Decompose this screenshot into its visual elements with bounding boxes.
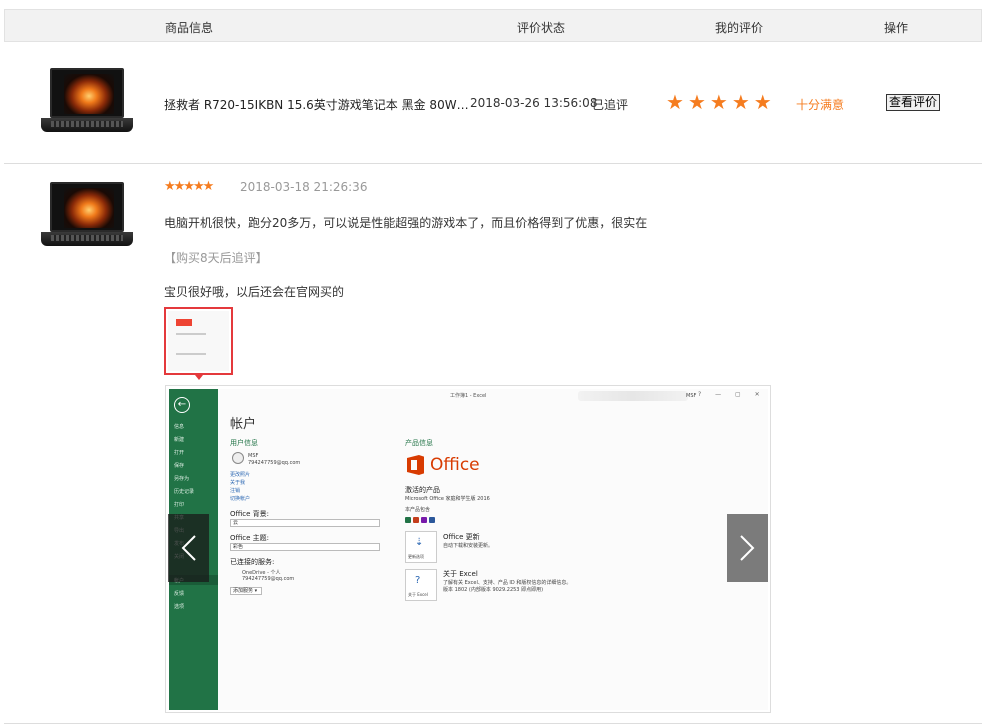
product-name[interactable]: 拯救者 R720-15IKBN 15.6英寸游戏笔记本 黑金 80W… <box>164 96 469 113</box>
product-includes: 本产品包含 <box>405 507 431 513</box>
office-update-desc: 自动下载和安装更新。 <box>443 543 494 549</box>
thumbnail-pointer <box>195 375 203 380</box>
review-date: 2018-03-18 21:26:36 <box>240 180 368 194</box>
office-theme-select: 彩色 <box>230 543 380 551</box>
nav-item: 反馈 <box>174 591 185 597</box>
col-product: 商品信息 <box>165 21 214 35</box>
order-date: 2018-03-26 13:56:08 <box>470 96 598 110</box>
nav-item: 历史记录 <box>174 489 195 495</box>
excel-window-title: 工作簿1 - Excel <box>450 393 487 399</box>
order-row: 拯救者 R720-15IKBN 15.6英寸游戏笔记本 黑金 80W… 2018… <box>4 42 982 164</box>
star-icon: ★ <box>731 90 750 114</box>
star-icon: ★ <box>753 90 772 114</box>
excel-title-bar: 工作簿1 - Excel MSF ? — ▢ ✕ <box>218 389 768 403</box>
review-text: 电脑开机很快，跑分20多万，可以说是性能超强的游戏本了，而且价格得到了优惠，很实… <box>164 216 648 230</box>
link: 关于我 <box>230 480 246 486</box>
office-background-label: Office 背景: <box>230 510 270 518</box>
avatar <box>232 452 244 464</box>
about-excel-version: 版本 1802 (内部版本 9029.2253 即点即用) <box>443 587 544 593</box>
nav-item: 选项 <box>174 604 185 610</box>
about-excel-title: 关于 Excel <box>443 570 478 578</box>
review-stars: ★★★★★ <box>164 179 214 194</box>
star-icon: ★ <box>687 90 706 114</box>
office-theme-label: Office 主题: <box>230 534 270 542</box>
link: 切换帐户 <box>230 496 251 502</box>
nav-item: 新建 <box>174 437 185 443</box>
product-info-title: 产品信息 <box>405 439 433 447</box>
excel-user-short: MSF <box>686 393 697 399</box>
back-arrow-icon: ← <box>174 397 190 413</box>
next-photo-button[interactable] <box>727 514 768 582</box>
chevron-left-icon <box>181 535 196 561</box>
word-app-icon <box>429 517 435 523</box>
onedrive-email: 794247759@qq.com <box>242 576 295 582</box>
office-update-title: Office 更新 <box>443 533 480 541</box>
col-action: 操作 <box>884 21 909 35</box>
nav-item: 打印 <box>174 502 185 508</box>
account-heading: 帐户 <box>230 417 257 432</box>
table-header: 商品信息 评价状态 我的评价 操作 <box>4 9 982 42</box>
about-excel-desc: 了解有关 Excel、支持、产品 ID 和版权信息的详细信息。 <box>443 580 572 586</box>
col-status: 评价状态 <box>517 21 566 35</box>
follow-up-text: 宝贝很好哦，以后还会在官网买的 <box>164 285 345 299</box>
powerpoint-app-icon <box>413 517 419 523</box>
excel-account-page: 工作簿1 - Excel MSF ? — ▢ ✕ 帐户 用户信息 MSF 794… <box>218 389 768 710</box>
nav-item: 打开 <box>174 450 185 456</box>
nav-item: 保存 <box>174 463 185 469</box>
rating-text: 十分满意 <box>796 98 845 112</box>
rating-stars: ★ ★ ★ ★ ★ <box>666 92 776 112</box>
question-icon: ? <box>415 575 421 586</box>
onedrive-service: OneDrive - 个人 <box>242 570 281 576</box>
activated-product: 激活的产品 <box>405 486 440 494</box>
product-line: Microsoft Office 家庭和学生版 2016 <box>405 496 490 502</box>
product-image[interactable] <box>41 68 133 134</box>
previous-photo-button[interactable] <box>168 514 209 582</box>
update-icon: ⇣ <box>415 537 424 548</box>
update-options-label: 更新选项 <box>408 554 424 559</box>
review-photo-thumbnail[interactable] <box>164 307 233 375</box>
add-service-button: 添加服务 ▾ <box>230 587 262 595</box>
update-options-box: ⇣ 更新选项 <box>405 531 437 563</box>
view-review-button[interactable]: 查看评价 <box>886 94 941 111</box>
excel-app-icon <box>405 517 411 523</box>
office-logo-text: Office <box>430 455 480 475</box>
window-controls: ? — ▢ ✕ <box>698 391 766 398</box>
star-icon: ★ <box>666 90 684 114</box>
about-excel-label: 关于 Excel <box>408 592 428 597</box>
office-logo-icon <box>407 455 424 475</box>
review-photo-large: ← 信息 新建 打开 保存 另存为 历史记录 打印 共享 导出 发布 关闭 帐户… <box>165 385 771 713</box>
link: 注销 <box>230 488 241 494</box>
nav-item: 信息 <box>174 424 185 430</box>
nav-item: 另存为 <box>174 476 190 482</box>
office-background-select: 云 <box>230 519 380 527</box>
col-my-review: 我的评价 <box>715 21 764 35</box>
about-excel-box: ? 关于 Excel <box>405 569 437 601</box>
user-email: 794247759@qq.com <box>248 460 301 466</box>
follow-up-tag: 【购买8天后追评】 <box>164 251 268 265</box>
chevron-right-icon <box>740 535 755 561</box>
user-name: MSF <box>248 453 259 459</box>
review-status: 已追评 <box>592 98 629 112</box>
link: 更改照片 <box>230 472 251 478</box>
star-icon: ★ <box>709 90 728 114</box>
review-row: ★★★★★ 2018-03-18 21:26:36 电脑开机很快，跑分20多万，… <box>4 164 982 724</box>
user-info-title: 用户信息 <box>230 439 258 447</box>
product-image[interactable] <box>41 182 133 248</box>
blurred-area <box>578 391 688 401</box>
onenote-app-icon <box>421 517 427 523</box>
connected-services-label: 已连接的服务: <box>230 558 275 566</box>
